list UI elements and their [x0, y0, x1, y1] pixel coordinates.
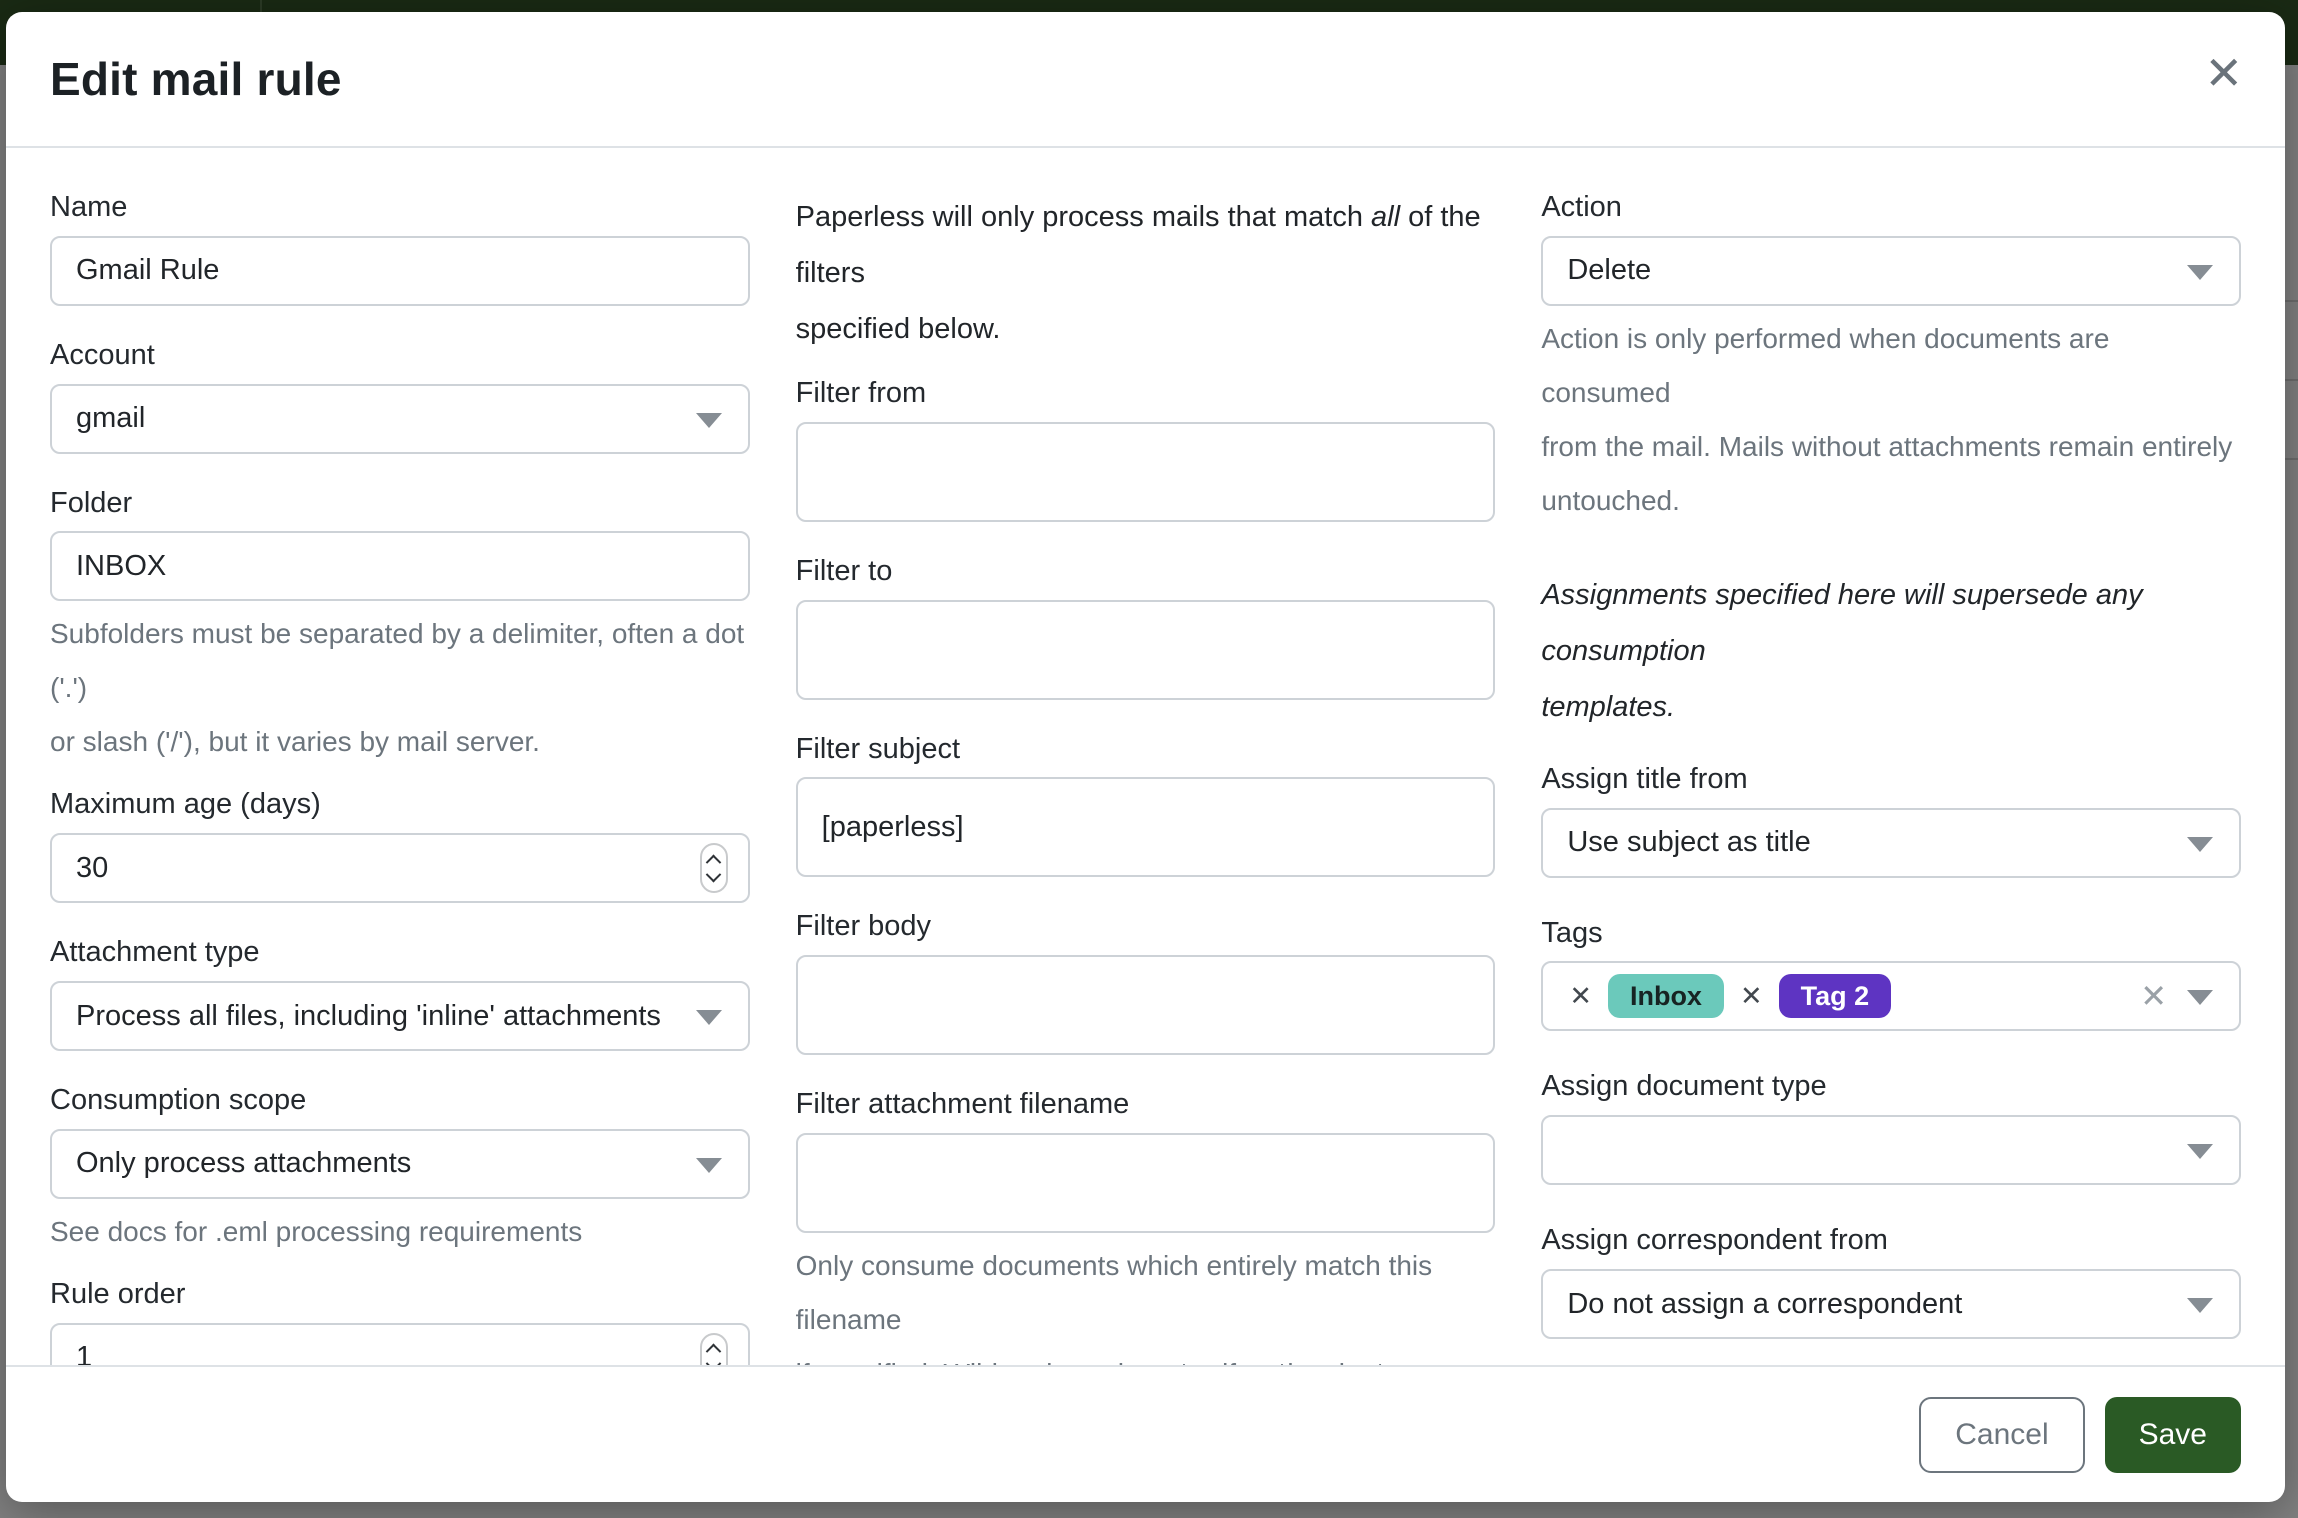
assign-title-from-label: Assign title from [1541, 762, 2241, 797]
filter-body-input[interactable] [796, 955, 1496, 1055]
chevron-down-icon [696, 1010, 722, 1025]
filter-attachment-filename-hint: Only consume documents which entirely ma… [796, 1239, 1496, 1365]
account-select[interactable]: gmail [50, 384, 750, 454]
folder-label: Folder [50, 486, 750, 521]
assign-title-from-value: Use subject as title [1567, 826, 1810, 859]
stepper-down-icon[interactable] [706, 867, 722, 883]
background-table-row-line [2284, 379, 2298, 381]
dialog-header: Edit mail rule ✕ [6, 12, 2285, 148]
max-age-label: Maximum age (days) [50, 787, 750, 822]
dialog-body: Name Account gmail Folder Subfolders mus… [6, 148, 2285, 1365]
remove-tag-icon[interactable]: ✕ [1561, 981, 1600, 1012]
dialog-title: Edit mail rule [50, 52, 342, 106]
attachment-type-select[interactable]: Process all files, including 'inline' at… [50, 981, 750, 1051]
consumption-scope-select[interactable]: Only process attachments [50, 1129, 750, 1199]
account-value: gmail [76, 402, 145, 435]
chevron-down-icon [2187, 1144, 2213, 1159]
tags-label: Tags [1541, 916, 2241, 951]
attachment-type-value: Process all files, including 'inline' at… [76, 1000, 661, 1033]
column-filters: Paperless will only process mails that m… [796, 190, 1496, 1365]
column-general: Name Account gmail Folder Subfolders mus… [50, 190, 750, 1365]
filter-subject-input[interactable] [796, 777, 1496, 877]
tag-pill-tag2: Tag 2 [1779, 974, 1892, 1018]
consumption-scope-label: Consumption scope [50, 1083, 750, 1118]
filters-intro-emphasis: all [1371, 201, 1400, 233]
rule-order-input[interactable] [50, 1323, 750, 1365]
account-label: Account [50, 338, 750, 373]
action-value: Delete [1567, 254, 1651, 287]
filter-attachment-filename-label: Filter attachment filename [796, 1087, 1496, 1122]
edit-mail-rule-dialog: Edit mail rule ✕ Name Account gmail Fold… [6, 12, 2285, 1502]
background-table-row-line [2284, 300, 2298, 302]
filter-to-label: Filter to [796, 554, 1496, 589]
filter-to-input[interactable] [796, 600, 1496, 700]
tags-select[interactable]: ✕ Inbox ✕ Tag 2 ✕ [1541, 961, 2241, 1031]
number-stepper[interactable] [700, 843, 728, 893]
chevron-down-icon [696, 1158, 722, 1173]
clear-tags-icon[interactable]: ✕ [2140, 977, 2167, 1015]
tag-pill-inbox: Inbox [1608, 974, 1724, 1018]
assign-correspondent-from-label: Assign correspondent from [1541, 1223, 2241, 1258]
save-button[interactable]: Save [2105, 1397, 2241, 1473]
folder-hint: Subfolders must be separated by a delimi… [50, 607, 750, 769]
chevron-down-icon [2187, 265, 2213, 280]
action-select[interactable]: Delete [1541, 236, 2241, 306]
assign-document-type-label: Assign document type [1541, 1069, 2241, 1104]
chevron-down-icon [2187, 1298, 2213, 1313]
remove-tag-icon[interactable]: ✕ [1732, 981, 1771, 1012]
assign-title-from-select[interactable]: Use subject as title [1541, 808, 2241, 878]
filters-intro-text: Paperless will only process mails that m… [796, 201, 1371, 233]
number-stepper[interactable] [700, 1333, 728, 1365]
folder-input[interactable] [50, 531, 750, 601]
stepper-down-icon[interactable] [706, 1356, 722, 1365]
assign-correspondent-from-select[interactable]: Do not assign a correspondent [1541, 1269, 2241, 1339]
chevron-down-icon [696, 413, 722, 428]
background-table-row-line [2284, 458, 2298, 460]
consumption-scope-value: Only process attachments [76, 1147, 411, 1180]
chevron-down-icon [2187, 837, 2213, 852]
dialog-footer: Cancel Save [6, 1365, 2285, 1502]
assign-document-type-select[interactable] [1541, 1115, 2241, 1185]
filter-subject-label: Filter subject [796, 732, 1496, 767]
filters-intro: Paperless will only process mails that m… [796, 190, 1496, 358]
name-label: Name [50, 190, 750, 225]
consumption-scope-hint: See docs for .eml processing requirement… [50, 1205, 750, 1259]
assign-correspondent-from-value: Do not assign a correspondent [1567, 1288, 1962, 1321]
filter-body-label: Filter body [796, 909, 1496, 944]
name-input[interactable] [50, 236, 750, 306]
filter-from-label: Filter from [796, 376, 1496, 411]
column-actions: Action Delete Action is only performed w… [1541, 190, 2241, 1365]
action-hint: Action is only performed when documents … [1541, 312, 2241, 528]
filter-from-input[interactable] [796, 422, 1496, 522]
rule-order-label: Rule order [50, 1277, 750, 1312]
close-icon[interactable]: ✕ [2204, 50, 2243, 96]
filter-attachment-filename-input[interactable] [796, 1133, 1496, 1233]
attachment-type-label: Attachment type [50, 935, 750, 970]
action-label: Action [1541, 190, 2241, 225]
chevron-down-icon [2187, 990, 2213, 1005]
cancel-button[interactable]: Cancel [1919, 1397, 2084, 1473]
max-age-input[interactable] [50, 833, 750, 903]
assignments-note: Assignments specified here will supersed… [1541, 568, 2241, 736]
